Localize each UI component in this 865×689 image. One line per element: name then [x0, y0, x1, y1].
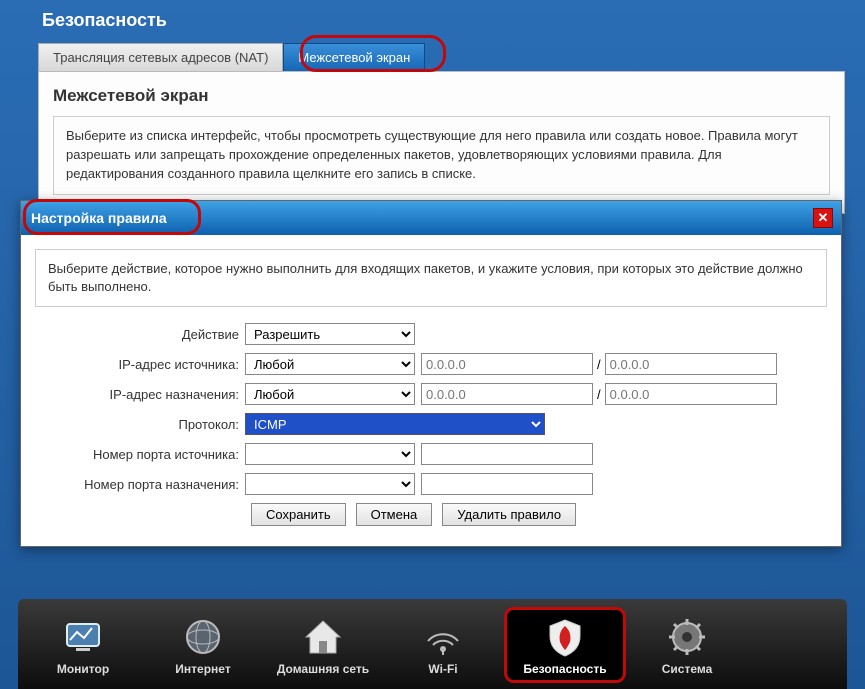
dialog-header: Настройка правила ✕: [21, 201, 841, 235]
gear-icon: [628, 616, 746, 658]
nav-system[interactable]: Система: [628, 610, 746, 680]
monitor-icon: [24, 616, 142, 658]
protocol-select[interactable]: ICMP: [245, 413, 545, 435]
rule-dialog: Настройка правила ✕ Выберите действие, к…: [20, 200, 842, 547]
label-src-port: Номер порта источника:: [35, 447, 245, 462]
nav-security[interactable]: Безопасность: [504, 607, 626, 683]
dst-port-select[interactable]: [245, 473, 415, 495]
nav-system-label: Система: [628, 662, 746, 676]
label-src-ip: IP-адрес источника:: [35, 357, 245, 372]
firewall-panel: Межсетевой экран Выберите из списка инте…: [38, 71, 845, 214]
dst-ip-input[interactable]: [421, 383, 593, 405]
nav-internet-label: Интернет: [144, 662, 262, 676]
bottom-nav: Монитор Интернет Домашняя сеть Wi-Fi Без…: [18, 599, 847, 689]
wifi-icon: [384, 616, 502, 658]
slash-separator: /: [597, 357, 601, 372]
dst-port-input[interactable]: [421, 473, 593, 495]
tab-nat[interactable]: Трансляция сетевых адресов (NAT): [38, 43, 283, 71]
close-icon[interactable]: ✕: [813, 208, 833, 228]
label-protocol: Протокол:: [35, 417, 245, 432]
section-title: Межсетевой экран: [53, 82, 830, 116]
src-mask-input[interactable]: [605, 353, 777, 375]
dst-ip-mode-select[interactable]: Любой: [245, 383, 415, 405]
nav-wifi[interactable]: Wi-Fi: [384, 610, 502, 680]
slash-separator: /: [597, 387, 601, 402]
dialog-title: Настройка правила: [31, 210, 167, 226]
nav-wifi-label: Wi-Fi: [384, 662, 502, 676]
label-dst-ip: IP-адрес назначения:: [35, 387, 245, 402]
house-icon: [264, 616, 382, 658]
src-ip-mode-select[interactable]: Любой: [245, 353, 415, 375]
nav-security-label: Безопасность: [507, 662, 623, 676]
tab-firewall[interactable]: Межсетевой экран: [283, 43, 425, 71]
nav-monitor[interactable]: Монитор: [24, 610, 142, 680]
delete-rule-button[interactable]: Удалить правило: [442, 503, 576, 526]
dialog-description: Выберите действие, которое нужно выполни…: [35, 249, 827, 307]
src-port-select[interactable]: [245, 443, 415, 465]
dst-mask-input[interactable]: [605, 383, 777, 405]
nav-internet[interactable]: Интернет: [144, 610, 262, 680]
action-select[interactable]: Разрешить: [245, 323, 415, 345]
src-ip-input[interactable]: [421, 353, 593, 375]
src-port-input[interactable]: [421, 443, 593, 465]
page-title: Безопасность: [0, 0, 865, 43]
nav-home-network[interactable]: Домашняя сеть: [264, 610, 382, 680]
label-dst-port: Номер порта назначения:: [35, 477, 245, 492]
globe-icon: [144, 616, 262, 658]
label-action: Действие: [35, 327, 245, 342]
save-button[interactable]: Сохранить: [251, 503, 346, 526]
nav-home-label: Домашняя сеть: [264, 662, 382, 676]
shield-icon: [507, 616, 623, 658]
nav-monitor-label: Монитор: [24, 662, 142, 676]
cancel-button[interactable]: Отмена: [356, 503, 433, 526]
section-description: Выберите из списка интерфейс, чтобы прос…: [53, 116, 830, 195]
